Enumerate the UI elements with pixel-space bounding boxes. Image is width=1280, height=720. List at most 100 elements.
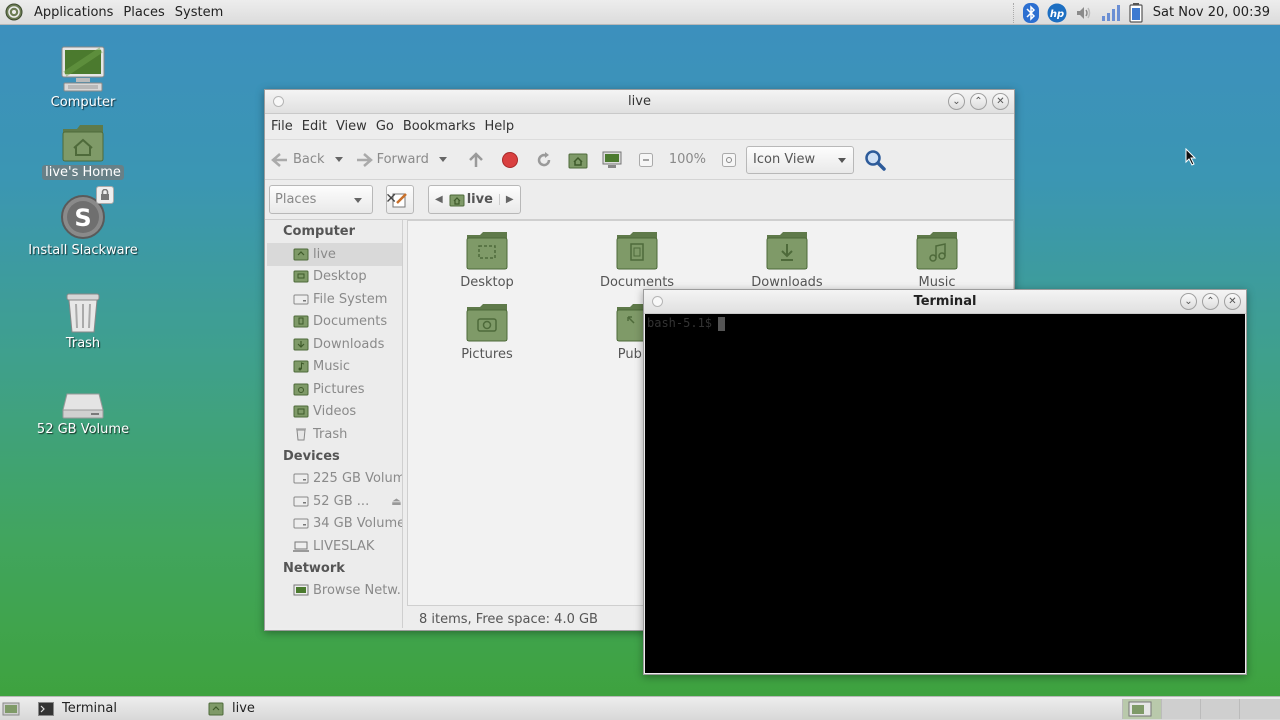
sidebar-header-computer: Computer: [283, 224, 356, 239]
sidebar-item-34gb-volume[interactable]: 34 GB Volume: [267, 513, 402, 536]
desktop-icon-label: 52 GB Volume: [36, 422, 130, 437]
sidebar-item-pictures[interactable]: Pictures: [267, 378, 402, 401]
desktop-icon-52gb-volume[interactable]: 52 GB Volume: [28, 390, 138, 437]
close-sidebar-icon[interactable]: ✕: [385, 191, 397, 207]
file-item-pictures[interactable]: Pictures: [432, 303, 542, 362]
workspace-4[interactable]: [1239, 699, 1280, 719]
computer-button[interactable]: [601, 149, 623, 171]
file-item-downloads[interactable]: Downloads: [732, 231, 842, 290]
file-item-label: Desktop: [460, 275, 514, 290]
hp-printer-icon[interactable]: hp: [1047, 3, 1067, 23]
view-mode-select[interactable]: Icon View: [746, 145, 855, 174]
sidebar-header-devices: Devices: [283, 448, 340, 464]
breadcrumb-left-arrow-icon[interactable]: ◀: [429, 194, 449, 205]
maximize-button[interactable]: ⌃: [970, 93, 987, 110]
sidebar-item-file-system[interactable]: File System: [267, 288, 402, 311]
menu-file[interactable]: File: [268, 119, 296, 134]
close-button[interactable]: ✕: [992, 93, 1009, 110]
file-item-documents[interactable]: Documents: [582, 231, 692, 290]
reload-button[interactable]: [533, 149, 555, 171]
sidebar-mode-select[interactable]: Places ✕: [269, 185, 397, 214]
search-button[interactable]: [864, 149, 886, 171]
breadcrumb-right-arrow-icon[interactable]: ▶: [498, 194, 520, 205]
reload-icon: [537, 151, 551, 166]
music-folder-icon: [916, 232, 958, 270]
documents-folder-icon: [293, 315, 309, 329]
sidebar-item-label: Browse Netw...: [313, 583, 403, 599]
menu-applications[interactable]: Applications: [29, 0, 118, 25]
forward-button[interactable]: Forward: [355, 152, 429, 168]
trash-icon: [66, 293, 100, 333]
sidebar-item-music[interactable]: Music: [267, 356, 402, 379]
menu-go[interactable]: Go: [373, 119, 397, 134]
window-title: Terminal: [913, 294, 977, 309]
sidebar-item-52gb-volume[interactable]: 52 GB ... ⏏: [267, 490, 402, 513]
menu-bookmarks[interactable]: Bookmarks: [400, 119, 479, 134]
home-folder-icon: [293, 247, 309, 261]
music-folder-icon: [293, 360, 309, 374]
workspace-1[interactable]: [1122, 699, 1161, 719]
up-button[interactable]: [465, 149, 487, 171]
sidebar-item-desktop[interactable]: Desktop: [267, 266, 402, 289]
taskbar-item-live[interactable]: live: [202, 698, 372, 720]
sidebar-item-live[interactable]: live: [267, 243, 402, 266]
sidebar-item-liveslak[interactable]: LIVESLAK: [267, 535, 402, 558]
sidebar-item-label: live: [313, 246, 336, 262]
stop-button[interactable]: [499, 149, 521, 171]
sidebar-item-videos[interactable]: Videos: [267, 401, 402, 424]
toolbar: Back Forward 100% Icon View: [265, 140, 1014, 180]
terminal-titlebar[interactable]: Terminal ⌄ ⌃ ✕: [644, 290, 1246, 314]
menu-view[interactable]: View: [333, 119, 370, 134]
workspace-3[interactable]: [1200, 699, 1239, 719]
forward-history-dropdown[interactable]: [438, 157, 447, 162]
menu-edit[interactable]: Edit: [299, 119, 330, 134]
close-button[interactable]: ✕: [1224, 293, 1241, 310]
sidebar-item-downloads[interactable]: Downloads: [267, 333, 402, 356]
back-history-dropdown[interactable]: [334, 157, 343, 162]
clock[interactable]: Sat Nov 20, 00:39: [1153, 5, 1270, 20]
battery-icon[interactable]: [1129, 2, 1143, 23]
taskbar-item-terminal[interactable]: Terminal: [32, 698, 202, 720]
eject-icon[interactable]: ⏏: [391, 495, 401, 508]
back-label: Back: [293, 152, 325, 167]
file-item-desktop[interactable]: Desktop: [432, 231, 542, 290]
view-mode-value: Icon View: [753, 152, 816, 167]
lock-emblem-icon: [96, 186, 114, 204]
bottom-panel: Terminal live: [0, 696, 1280, 720]
sidebar-item-browse-network[interactable]: Browse Netw...: [267, 580, 402, 603]
volume-icon[interactable]: [1075, 4, 1093, 22]
file-manager-titlebar[interactable]: live ⌄ ⌃ ✕: [265, 90, 1014, 114]
desktop-icon-install-slackware[interactable]: S Install Slackware: [28, 193, 138, 258]
workspace-2[interactable]: [1161, 699, 1200, 719]
sidebar-item-documents[interactable]: Documents: [267, 311, 402, 334]
show-desktop-icon[interactable]: [2, 699, 22, 719]
file-item-music[interactable]: Music: [882, 231, 992, 290]
sidebar-item-225gb-volume[interactable]: 225 GB Volume: [267, 468, 402, 491]
sidebar-item-trash[interactable]: Trash: [267, 423, 402, 446]
menu-help[interactable]: Help: [481, 119, 517, 134]
menu-system[interactable]: System: [170, 0, 228, 25]
zoom-out-button[interactable]: [635, 149, 657, 171]
desktop-icon-label: live's Home: [42, 165, 124, 180]
slackware-logo-icon[interactable]: [5, 3, 23, 21]
desktop-icon-home[interactable]: live's Home: [28, 123, 138, 180]
network-signal-icon[interactable]: [1101, 4, 1121, 22]
back-arrow-icon: [271, 152, 287, 167]
desktop-icon-computer[interactable]: Computer: [28, 45, 138, 110]
home-button[interactable]: [567, 149, 589, 171]
bluetooth-icon[interactable]: [1022, 2, 1039, 23]
minimize-button[interactable]: ⌄: [948, 93, 965, 110]
desktop-icon-trash[interactable]: Trash: [28, 290, 138, 351]
breadcrumb: ◀ live ▶: [428, 185, 521, 214]
breadcrumb-live[interactable]: live: [467, 192, 493, 207]
menu-places[interactable]: Places: [118, 0, 169, 25]
minimize-button[interactable]: ⌄: [1180, 293, 1197, 310]
downloads-folder-icon: [766, 232, 808, 270]
zoom-in-icon: [722, 152, 737, 167]
home-folder-icon: [449, 194, 465, 206]
desktop-folder-icon: [466, 232, 508, 270]
maximize-button[interactable]: ⌃: [1202, 293, 1219, 310]
zoom-in-button[interactable]: [718, 149, 740, 171]
back-button[interactable]: Back: [271, 152, 325, 168]
terminal-output[interactable]: bash-5.1$: [645, 314, 1245, 673]
